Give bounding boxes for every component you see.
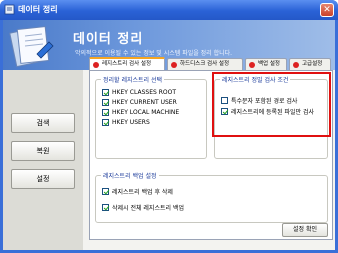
checkbox[interactable]: [102, 99, 109, 106]
checkbox-full-backup-on-delete[interactable]: 삭제시 전체 레지스트리 백업: [102, 203, 184, 212]
tab-dot-icon: [171, 62, 177, 68]
app-window: 데이터 정리 ✕ 데이터 정리 악의적으로 이용될 수 있는 정보 및 시스템 …: [0, 0, 338, 253]
settings-button[interactable]: 설정: [11, 169, 75, 189]
confirm-settings-button[interactable]: 설정 확인: [282, 223, 328, 237]
document-logo-icon: [9, 26, 54, 68]
tab-page-registry: 정리할 레지스트리 선택 HKEY CLASSES ROOT HKEY CURR…: [89, 70, 333, 240]
checkbox[interactable]: [102, 119, 109, 126]
checkbox-hkey-classes-root[interactable]: HKEY CLASSES ROOT: [102, 89, 176, 98]
highlight-box: [212, 72, 331, 137]
checkbox-label: HKEY CURRENT USER: [112, 99, 177, 106]
group-title: 정리할 레지스트리 선택: [101, 75, 165, 84]
close-icon: ✕: [323, 5, 331, 15]
app-icon: [4, 4, 15, 15]
checkbox[interactable]: [102, 204, 109, 211]
tab-dot-icon: [249, 62, 255, 68]
checkbox[interactable]: [102, 89, 109, 96]
restore-button[interactable]: 복원: [11, 141, 75, 161]
registry-select-group: 정리할 레지스트리 선택 HKEY CLASSES ROOT HKEY CURR…: [95, 75, 207, 159]
search-button[interactable]: 검색: [11, 113, 75, 133]
tab-label: 레지스트리 검사 설정: [102, 61, 152, 67]
checkbox-label: HKEY LOCAL MACHINE: [112, 109, 180, 116]
tab-advanced-settings[interactable]: 고급설정: [289, 58, 331, 70]
tab-label: 하드디스크 검사 설정: [180, 61, 230, 67]
checkbox-backup-then-delete[interactable]: 레지스트리 백업 후 삭제: [102, 187, 173, 196]
tab-label: 고급설정: [302, 61, 323, 67]
checkbox-hkey-local-machine[interactable]: HKEY LOCAL MACHINE: [102, 109, 179, 118]
tab-disk-scan-settings[interactable]: 하드디스크 검사 설정: [167, 58, 243, 70]
checkbox-label: 삭제시 전체 레지스트리 백업: [112, 205, 184, 212]
backup-settings-group: 레지스트리 백업 설정 레지스트리 백업 후 삭제 삭제시 전체 레지스트리 백…: [95, 171, 328, 223]
tab-registry-scan-settings[interactable]: 레지스트리 검사 설정: [89, 57, 165, 70]
group-title: 레지스트리 백업 설정: [101, 171, 159, 180]
checkbox-label: HKEY CLASSES ROOT: [112, 89, 176, 96]
sidebar: 검색 복원 설정: [3, 70, 83, 250]
page-description: 악의적으로 이용될 수 있는 정보 및 시스템 파일을 정리 합니다.: [75, 50, 233, 57]
checkbox[interactable]: [102, 109, 109, 116]
close-button[interactable]: ✕: [320, 3, 334, 17]
tab-dot-icon: [93, 62, 99, 68]
title-bar[interactable]: 데이터 정리 ✕: [0, 0, 338, 20]
checkbox-hkey-users[interactable]: HKEY USERS: [102, 119, 150, 128]
page-title: 데이터 정리: [73, 32, 144, 47]
checkbox[interactable]: [102, 188, 109, 195]
tab-label: 백업 설정: [258, 61, 280, 67]
client-area: 데이터 정리 악의적으로 이용될 수 있는 정보 및 시스템 파일을 정리 합니…: [3, 20, 335, 250]
checkbox-label: 레지스트리 백업 후 삭제: [112, 189, 173, 196]
tab-backup-settings[interactable]: 백업 설정: [245, 58, 287, 70]
checkbox-hkey-current-user[interactable]: HKEY CURRENT USER: [102, 99, 177, 108]
checkbox-label: HKEY USERS: [112, 119, 150, 126]
window-title: 데이터 정리: [18, 5, 58, 14]
tab-dot-icon: [293, 62, 299, 68]
